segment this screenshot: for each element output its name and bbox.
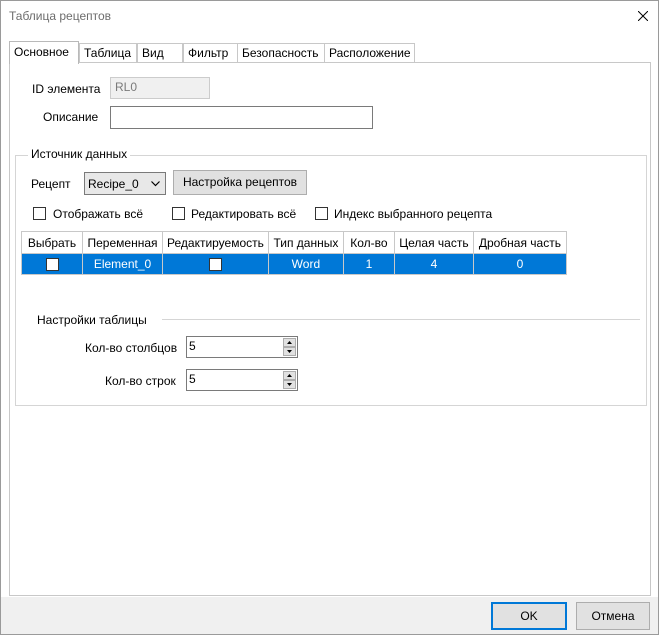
rows-count-spin bbox=[283, 371, 296, 389]
datasource-group-label: Источник данных bbox=[28, 147, 131, 161]
columns-count-stepper[interactable]: 5 bbox=[186, 336, 298, 358]
show-all-checkbox[interactable] bbox=[33, 207, 46, 220]
select-checkbox[interactable] bbox=[45, 258, 59, 272]
columns-count-label: Кол-во столбцов bbox=[85, 341, 178, 355]
recipe-index-checkbox[interactable] bbox=[315, 207, 328, 220]
element-id-label: ID элемента bbox=[32, 82, 101, 96]
cancel-button[interactable]: Отмена bbox=[576, 602, 650, 630]
dialog-button-bar: OK Отмена bbox=[1, 597, 658, 634]
column-header-integer-part[interactable]: Целая часть bbox=[393, 231, 474, 254]
recipe-select-value: Recipe_0 bbox=[88, 177, 139, 191]
chevron-down-icon bbox=[151, 181, 160, 187]
show-all-label: Отображать всё bbox=[53, 207, 144, 221]
tab-filter[interactable]: Фильтр bbox=[183, 43, 241, 62]
general-tab-panel: ID элемента RL0 Описание Источник данных… bbox=[9, 62, 651, 596]
rows-count-label: Кол-во строк bbox=[105, 374, 176, 388]
columns-decrement-button[interactable] bbox=[283, 347, 296, 356]
table-settings-label: Настройки таблицы bbox=[37, 313, 147, 327]
arrow-up-icon bbox=[287, 341, 292, 344]
tab-strip: Основное Таблица Вид Фильтр Безопасность… bbox=[9, 41, 651, 64]
window-title: Таблица рецептов bbox=[9, 9, 112, 23]
rows-decrement-button[interactable] bbox=[283, 380, 296, 389]
column-header-fraction-part[interactable]: Дробная часть bbox=[472, 231, 567, 254]
select-cell[interactable] bbox=[21, 253, 83, 275]
rows-count-stepper[interactable]: 5 bbox=[186, 369, 298, 391]
columns-count-spin bbox=[283, 338, 296, 356]
rows-count-value: 5 bbox=[189, 372, 196, 386]
column-header-datatype[interactable]: Тип данных bbox=[267, 231, 344, 254]
column-header-count[interactable]: Кол-во bbox=[342, 231, 395, 254]
tab-table[interactable]: Таблица bbox=[79, 43, 137, 62]
table-row[interactable]: Element_0 Word 1 4 0 bbox=[21, 253, 567, 275]
recipe-table-dialog: Таблица рецептов Основное Таблица Вид Фи… bbox=[0, 0, 659, 635]
arrow-down-icon bbox=[287, 383, 292, 386]
close-icon bbox=[638, 11, 648, 21]
editable-checkbox[interactable] bbox=[208, 258, 222, 272]
editable-cell[interactable] bbox=[162, 253, 269, 275]
column-header-variable[interactable]: Переменная bbox=[82, 231, 163, 254]
table-settings-divider bbox=[162, 319, 640, 320]
arrow-up-icon bbox=[287, 374, 292, 377]
title-bar: Таблица рецептов bbox=[1, 1, 658, 31]
recipe-select[interactable]: Recipe_0 bbox=[84, 172, 166, 195]
tab-general[interactable]: Основное bbox=[9, 41, 79, 64]
columns-increment-button[interactable] bbox=[283, 338, 296, 347]
ok-button[interactable]: OK bbox=[491, 602, 567, 630]
fraction-part-cell[interactable]: 0 bbox=[472, 253, 567, 275]
recipe-variables-table: Выбрать Переменная Редактируемость Тип д… bbox=[21, 231, 567, 275]
column-header-editable[interactable]: Редактируемость bbox=[162, 231, 269, 254]
tab-view[interactable]: Вид bbox=[137, 43, 183, 62]
tab-layout[interactable]: Расположение bbox=[324, 43, 415, 62]
integer-part-cell[interactable]: 4 bbox=[393, 253, 474, 275]
datatype-cell[interactable]: Word bbox=[267, 253, 344, 275]
recipe-label: Рецепт bbox=[31, 177, 71, 191]
variable-cell[interactable]: Element_0 bbox=[82, 253, 163, 275]
recipe-settings-button[interactable]: Настройка рецептов bbox=[173, 170, 307, 195]
recipe-index-label: Индекс выбранного рецепта bbox=[334, 207, 493, 221]
count-cell[interactable]: 1 bbox=[342, 253, 395, 275]
rows-increment-button[interactable] bbox=[283, 371, 296, 380]
arrow-down-icon bbox=[287, 350, 292, 353]
description-label: Описание bbox=[43, 110, 99, 124]
close-button[interactable] bbox=[628, 1, 658, 31]
edit-all-checkbox[interactable] bbox=[172, 207, 185, 220]
tab-security[interactable]: Безопасность bbox=[237, 43, 325, 62]
edit-all-label: Редактировать всё bbox=[191, 207, 297, 221]
column-header-select[interactable]: Выбрать bbox=[21, 231, 83, 254]
description-field[interactable] bbox=[110, 106, 373, 129]
table-header-row: Выбрать Переменная Редактируемость Тип д… bbox=[21, 231, 567, 254]
element-id-field: RL0 bbox=[110, 77, 210, 99]
columns-count-value: 5 bbox=[189, 339, 196, 353]
